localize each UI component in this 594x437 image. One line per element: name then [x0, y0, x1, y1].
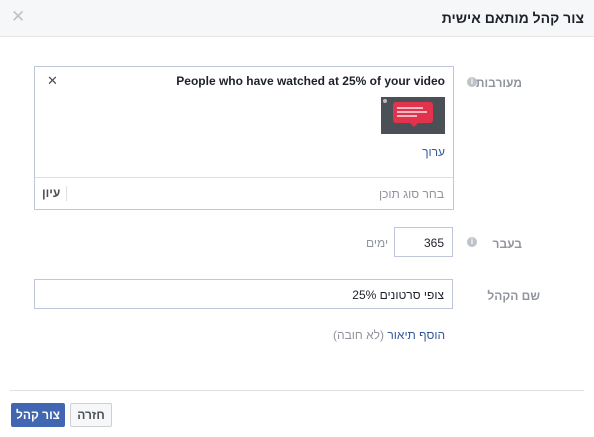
divider — [66, 186, 67, 201]
days-unit-label: ימים — [366, 236, 389, 250]
info-icon[interactable]: i — [467, 237, 477, 247]
content-type-placeholder: בחר סוג תוכן — [378, 187, 444, 201]
engagement-label: מעורבות — [475, 76, 522, 90]
footer-divider — [10, 390, 584, 391]
retention-days-value: 365 — [423, 236, 444, 250]
edit-audience-link[interactable]: ערוך — [422, 145, 445, 159]
thumbnail-avatar-icon — [383, 99, 387, 103]
dialog-header: ✕ צור קהל מותאם אישית — [0, 0, 594, 37]
remove-audience-icon[interactable]: ✕ — [47, 73, 58, 89]
back-button[interactable]: חזרה — [70, 403, 112, 427]
optional-note: (לא חובה) — [333, 328, 385, 342]
create-audience-button[interactable]: צור קהל — [11, 403, 65, 427]
video-thumbnail — [381, 97, 445, 134]
info-icon[interactable]: i — [467, 77, 477, 87]
dialog-title: צור קהל מותאם אישית — [441, 10, 584, 26]
thumbnail-speech-bubble-icon — [393, 102, 433, 127]
audience-name-value: צופי סרטונים 25% — [352, 288, 444, 302]
content-type-search[interactable]: עיון בחר סוג תוכן — [35, 178, 453, 209]
add-description: הוסף תיאור (לא חובה) — [333, 328, 445, 342]
retention-label: בעבר — [492, 237, 522, 251]
close-icon[interactable]: ✕ — [11, 7, 25, 27]
retention-days-input[interactable]: 365 — [394, 227, 453, 257]
add-description-link[interactable]: הוסף תיאור — [387, 328, 445, 342]
audience-selector: ✕ People who have watched at 25% of your… — [34, 66, 454, 210]
browse-button[interactable]: עיון — [42, 186, 60, 200]
selected-audience: ✕ People who have watched at 25% of your… — [35, 67, 453, 178]
audience-name-label: שם הקהל — [487, 289, 540, 303]
selected-audience-name: People who have watched at 25% of your v… — [176, 74, 445, 88]
audience-name-input[interactable]: צופי סרטונים 25% — [34, 279, 453, 309]
